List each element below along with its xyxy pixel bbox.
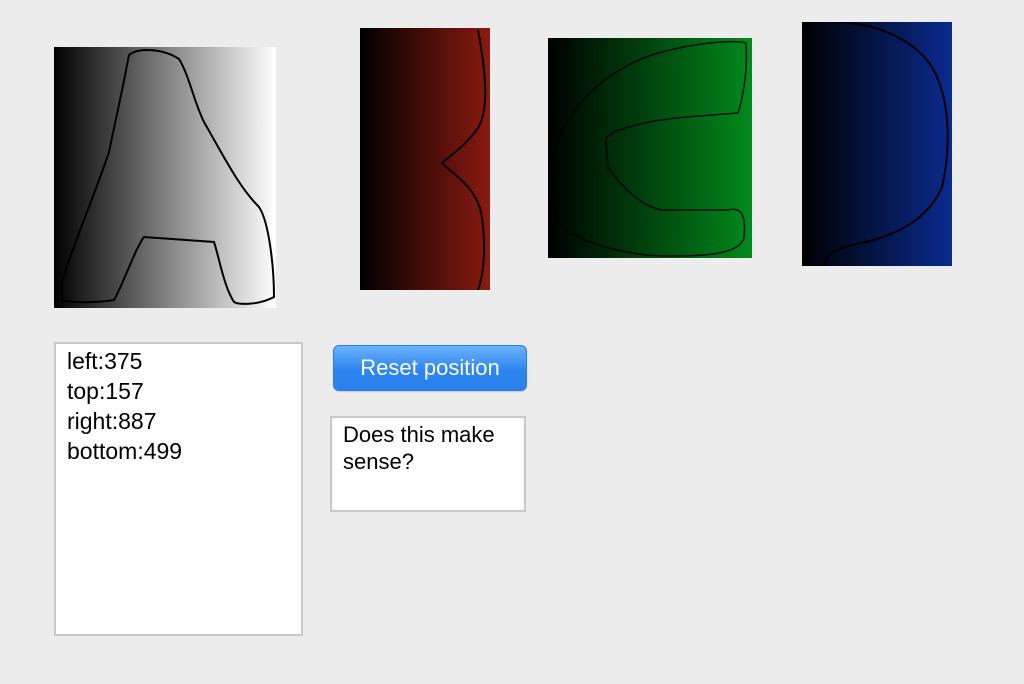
letter-c-drawing <box>548 38 752 258</box>
bottom-coordinate: bottom:499 <box>67 438 183 464</box>
right-coordinate: right:887 <box>67 408 157 434</box>
letter-c-tile[interactable] <box>548 38 752 258</box>
top-coordinate: top:157 <box>67 378 144 404</box>
letter-a-drawing <box>54 47 276 308</box>
letter-d-drawing <box>802 22 952 266</box>
letter-b-tile[interactable] <box>360 28 490 290</box>
letter-b-drawing <box>360 28 490 290</box>
question-text-box: Does this make sense? <box>330 416 526 512</box>
reset-position-button[interactable]: Reset position <box>333 345 527 391</box>
letter-a-tile[interactable] <box>54 47 276 308</box>
position-output-box: left:375 top:157 right:887 bottom:499 <box>54 342 303 636</box>
letter-d-tile[interactable] <box>802 22 952 266</box>
left-coordinate: left:375 <box>67 348 143 374</box>
